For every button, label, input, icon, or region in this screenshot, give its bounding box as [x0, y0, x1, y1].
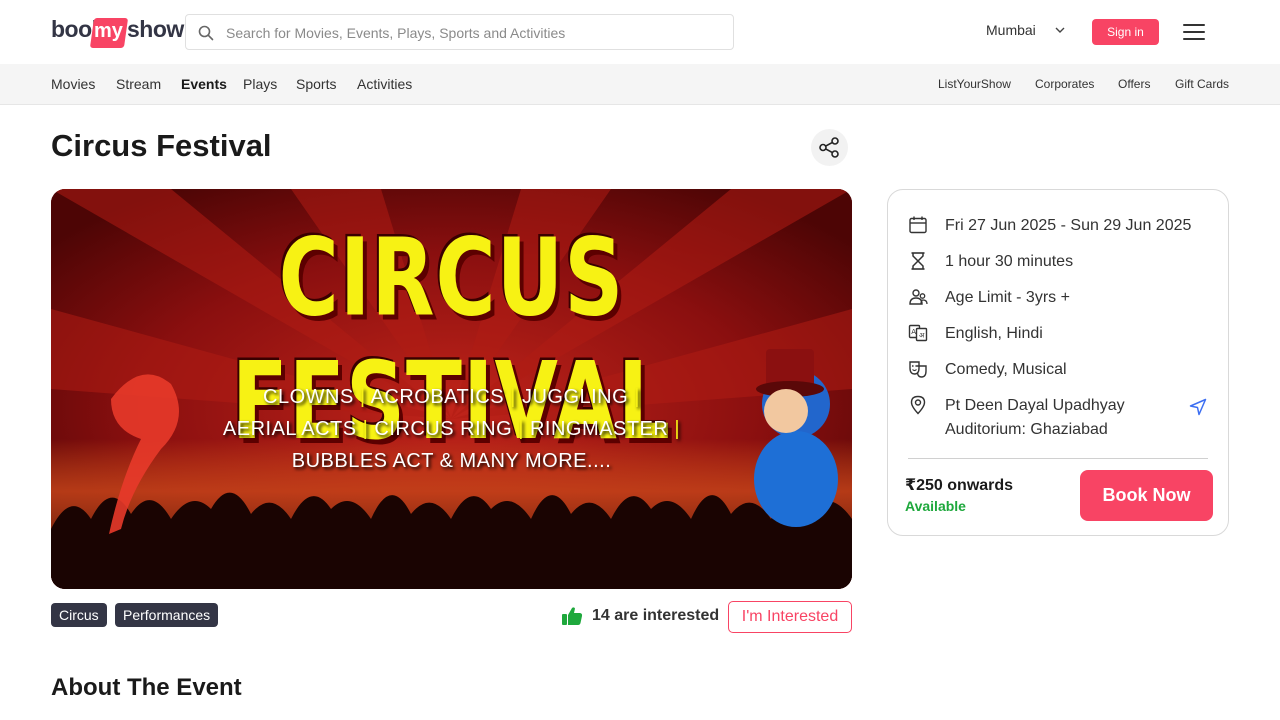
price-label: ₹250 onwards	[905, 477, 1014, 494]
language-icon: A अ	[908, 324, 928, 342]
im-interested-button[interactable]: I'm Interested	[728, 601, 852, 633]
nav-gift-cards[interactable]: Gift Cards	[1175, 77, 1229, 91]
interested-count: 14 are interested	[592, 607, 720, 624]
nav-offers[interactable]: Offers	[1118, 77, 1150, 91]
thumbs-up-icon	[562, 607, 583, 625]
svg-text:अ: अ	[919, 332, 925, 340]
nav-events[interactable]: Events	[181, 76, 227, 92]
category-nav: Movies Stream Events Plays Sports Activi…	[0, 64, 1280, 105]
svg-text:A: A	[911, 328, 916, 336]
bookmyshow-logo[interactable]: book my show	[51, 14, 184, 48]
act-acrobatics: ACROBATICS	[370, 386, 505, 408]
search-bar[interactable]	[185, 14, 734, 50]
detail-age-limit: Age Limit - 3yrs +	[945, 289, 1070, 306]
logo-text-show: show	[127, 16, 184, 42]
card-divider	[908, 458, 1208, 459]
act-juggling: JUGGLING	[521, 386, 629, 408]
search-input[interactable]	[226, 22, 706, 44]
act-circus-ring: CIRCUS RING	[374, 418, 513, 440]
detail-venue-line2: Auditorium: Ghaziabad	[945, 421, 1108, 438]
theater-masks-icon	[909, 361, 927, 378]
detail-date: Fri 27 Jun 2025 - Sun 29 Jun 2025	[945, 217, 1192, 234]
hourglass-icon	[911, 252, 925, 270]
calendar-icon	[909, 216, 927, 234]
book-now-button[interactable]: Book Now	[1080, 470, 1213, 521]
act-clowns: CLOWNS	[263, 386, 354, 408]
banner-acts-line-1: CLOWNS | ACROBATICS | JUGGLING |	[263, 386, 640, 408]
about-heading: About The Event	[51, 674, 242, 701]
logo-text-my: my	[94, 20, 123, 42]
detail-duration: 1 hour 30 minutes	[945, 253, 1074, 270]
detail-venue-line1: Pt Deen Dayal Upadhyay	[945, 397, 1125, 414]
top-header: book my show Mumbai Sign in	[0, 0, 1280, 64]
city-selector[interactable]: Mumbai	[986, 22, 1036, 38]
detail-venue-row[interactable]: Pt Deen Dayal Upadhyay Auditorium: Ghazi…	[908, 394, 1208, 444]
tag-circus[interactable]: Circus	[51, 603, 107, 627]
event-banner: CIRCUS FESTIVAL CLOWNS | ACROBATICS | JU…	[51, 189, 852, 589]
navigate-icon[interactable]	[1189, 398, 1207, 416]
search-icon	[198, 25, 214, 41]
menu-icon[interactable]	[1183, 23, 1205, 41]
banner-acts-line-2: AERIAL ACTS | CIRCUS RING | RINGMASTER |	[222, 418, 681, 440]
detail-genres: Comedy, Musical	[945, 361, 1067, 378]
nav-activities[interactable]: Activities	[357, 76, 412, 92]
nav-corporates[interactable]: Corporates	[1035, 77, 1094, 91]
event-title: Circus Festival	[51, 128, 272, 163]
location-pin-icon	[910, 395, 926, 415]
nav-listyourshow[interactable]: ListYourShow	[938, 77, 1011, 91]
event-details-card: Fri 27 Jun 2025 - Sun 29 Jun 2025 1 hour…	[887, 189, 1229, 536]
sign-in-button[interactable]: Sign in	[1092, 19, 1159, 45]
nav-movies[interactable]: Movies	[51, 76, 95, 92]
nav-sports[interactable]: Sports	[296, 76, 336, 92]
share-icon	[819, 137, 839, 158]
tag-performances[interactable]: Performances	[115, 603, 219, 627]
chevron-down-icon[interactable]	[1054, 26, 1066, 34]
share-button[interactable]	[811, 129, 848, 166]
act-aerial: AERIAL ACTS	[222, 418, 357, 440]
people-icon	[909, 289, 928, 305]
banner-acts-line-3: BUBBLES ACT & MANY MORE....	[291, 450, 612, 472]
detail-languages: English, Hindi	[945, 325, 1043, 342]
nav-stream[interactable]: Stream	[116, 76, 161, 92]
availability-status: Available	[905, 498, 966, 514]
nav-plays[interactable]: Plays	[243, 76, 277, 92]
act-ringmaster: RINGMASTER	[529, 418, 669, 440]
